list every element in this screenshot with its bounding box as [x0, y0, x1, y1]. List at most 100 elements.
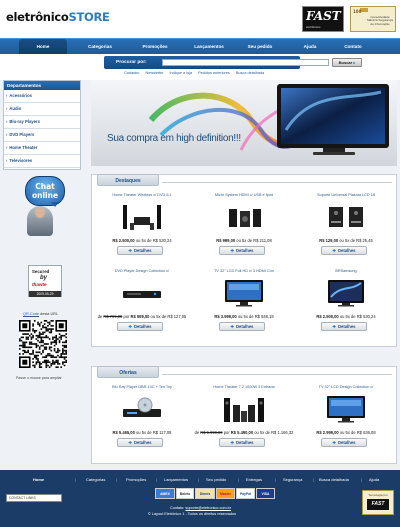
details-button[interactable]: ✚ Detalhes	[321, 438, 367, 447]
product-price: R$ 5.465,00 ou 5x de R$ 117,08	[92, 430, 192, 435]
footer-link-seu-pedido[interactable]: Seu pedido	[206, 477, 226, 482]
tv-stand	[323, 148, 345, 152]
dept-televisores[interactable]: › Televisores	[4, 155, 80, 168]
product-price: R$ 999,00 ou 5x de R$ 211,08	[194, 238, 294, 243]
contact-email-link[interactable]: suporte@eletronico.com.br	[185, 506, 231, 510]
wall-mount-icon[interactable]	[321, 201, 371, 231]
banner-headline: Sua compra em high definition!!!	[107, 133, 241, 144]
nav-lancamentos[interactable]: Lançamentos	[182, 39, 236, 55]
product-name-link[interactable]: Blu Ray Player DBR-10C + Ten Toy	[92, 385, 192, 389]
nav-categorias[interactable]: Categorias	[72, 39, 128, 55]
footer-link-busca[interactable]: Busca detalhada	[319, 477, 349, 482]
nav-contato[interactable]: Contato	[330, 39, 376, 55]
plus-icon: ✚	[332, 440, 337, 445]
link-indique[interactable]: Indique a loja	[169, 71, 192, 75]
secured-by-thawte-seal[interactable]: Secured by thawte 2009-05-29	[28, 265, 62, 297]
footer-link-entregas[interactable]: Entregas	[246, 477, 262, 482]
main-nav: Home Categorias Promoções Lançamentos Se…	[0, 38, 400, 55]
installments: ou 5x de R$ 636,08	[338, 430, 376, 435]
lcd-tv-icon[interactable]	[219, 277, 269, 307]
footer-separator: |	[156, 477, 158, 482]
current-price: R$ 129,00	[319, 238, 339, 243]
seal-text: Conectividade Máxima Segurança de Inform…	[367, 15, 393, 26]
blu-ray-icon[interactable]	[117, 393, 167, 423]
search-input[interactable]	[162, 59, 329, 66]
footer-link-lancamentos[interactable]: Lançamentos	[164, 477, 188, 482]
footer-link-promocoes[interactable]: Promoções	[126, 477, 146, 482]
details-button[interactable]: ✚ Detalhes	[117, 438, 163, 447]
price-joiner: por	[222, 430, 231, 435]
lcd-tv-icon[interactable]	[321, 393, 371, 423]
dept-acessorios[interactable]: › Acessórios	[4, 90, 80, 103]
payment-methods: AMEX Boleto Diners Master PayPal VISA	[155, 488, 275, 502]
footer-link-ajuda[interactable]: Ajuda	[369, 477, 379, 482]
mastercard-icon: Master	[216, 488, 235, 499]
arrow-right-icon: ▸	[353, 60, 356, 65]
home-theater-icon[interactable]	[117, 201, 167, 231]
dept-audio[interactable]: › Áudio	[4, 103, 80, 116]
footer-link-categorias[interactable]: Categorias	[86, 477, 105, 482]
product-name-link[interactable]: DVD Player Design Collection c/	[92, 269, 192, 273]
product-card: Blu Ray Player DBR-10C + Ten Toy R$ 5.465…	[92, 385, 192, 467]
chevron-right-icon: ›	[6, 106, 8, 111]
footer-link-seguranca[interactable]: Segurança	[283, 477, 302, 482]
dept-blu-ray[interactable]: › Blu-ray Players	[4, 116, 80, 129]
product-name-link[interactable]: TV 32" LCD Full HD c/ 3 HDMI Con	[194, 269, 294, 273]
offers-section: Ofertas Blu Ray Player DBR-10C + Ten Toy…	[91, 366, 397, 464]
footer-separator: |	[238, 477, 240, 482]
nav-seu-pedido[interactable]: Seu pedido	[236, 39, 284, 55]
details-button[interactable]: ✚ Detalhes	[321, 246, 367, 255]
product-name-link[interactable]: Micro System HDMI c/ USB e Ipod	[194, 193, 294, 197]
contact-links-badge[interactable]: CONTACT LINKS	[6, 494, 62, 502]
nav-promocoes[interactable]: Promoções	[128, 39, 182, 55]
dvd-player-icon[interactable]	[117, 277, 167, 307]
nav-home[interactable]: Home	[19, 39, 67, 55]
chevron-right-icon: ›	[6, 119, 8, 124]
led-tv-icon[interactable]	[321, 277, 371, 307]
store-logo[interactable]: eletrônicoSTORE	[6, 10, 110, 24]
product-name-link[interactable]: Home Theater Wireless c/ DVD 5.1	[92, 193, 192, 197]
link-busca-detalhada[interactable]: Busca detalhada	[236, 71, 264, 75]
details-button[interactable]: ✚ Detalhes	[219, 438, 265, 447]
installments: ou 5x de R$ 848,18	[236, 314, 274, 319]
qr-code-image[interactable]	[19, 320, 67, 368]
link-pedidos[interactable]: Pedidos anteriores	[198, 71, 230, 75]
departments-title: Departamentos	[4, 81, 80, 90]
installments: ou 5x de R$ 530,24	[134, 238, 172, 243]
footer-separator: |	[275, 477, 277, 482]
paypal-icon: PayPal	[236, 488, 255, 499]
details-button[interactable]: ✚ Detalhes	[117, 322, 163, 331]
footer-separator: |	[361, 477, 363, 482]
fast-logo[interactable]: FAST eletrônicos	[302, 6, 344, 32]
product-price: de R$ 799,00 por R$ 599,00 ou 5x de R$ 1…	[92, 314, 192, 319]
current-price: R$ 2.999,00	[316, 430, 339, 435]
search-button[interactable]: Buscar ▸	[332, 58, 362, 67]
quick-links: Cadastro Newsletter Indique a loja Pedid…	[124, 71, 269, 75]
qr-code-link[interactable]: QR-Code	[23, 312, 39, 316]
security-seal[interactable]: 100 Conectividade Máxima Segurança de In…	[350, 6, 396, 32]
support-agent-icon	[27, 206, 53, 236]
details-button[interactable]: ✚ Detalhes	[321, 322, 367, 331]
product-name-link[interactable]: Suporte Universal Plasma LCD 18	[296, 193, 396, 197]
footer-link-home[interactable]: Home	[33, 477, 44, 482]
details-button[interactable]: ✚ Detalhes	[117, 246, 163, 255]
speaker-system-icon[interactable]	[219, 393, 269, 423]
dept-home-theater[interactable]: › Home Theater	[4, 142, 80, 155]
product-name-link[interactable]: Home Theater 7.2 1000W 3 Entrada	[194, 385, 294, 389]
dept-dvd[interactable]: › DVD Players	[4, 129, 80, 142]
hero-banner[interactable]: Sua compra em high definition!!!	[91, 80, 397, 166]
details-button[interactable]: ✚ Detalhes	[219, 246, 265, 255]
fast-technology-seal[interactable]: Tecnologia por FAST	[362, 490, 394, 515]
link-newsletter[interactable]: Newsletter	[145, 71, 163, 75]
qr-text: QR-Code desta URL	[23, 312, 59, 316]
current-price: R$ 5.465,00	[112, 430, 135, 435]
chat-online-button[interactable]: Chat online	[21, 176, 67, 240]
product-price: R$ 129,00 ou 5x de R$ 25,45	[296, 238, 396, 243]
details-button[interactable]: ✚ Detalhes	[219, 322, 265, 331]
product-price: R$ 2.500,00 ou 5x de R$ 530,24	[92, 238, 192, 243]
nav-ajuda[interactable]: Ajuda	[290, 39, 330, 55]
product-name-link[interactable]: BRSamsung	[296, 269, 396, 273]
micro-system-icon[interactable]	[219, 201, 269, 231]
link-cadastro[interactable]: Cadastro	[124, 71, 139, 75]
product-name-link[interactable]: TV 32" LCD Design Collection c/	[296, 385, 396, 389]
